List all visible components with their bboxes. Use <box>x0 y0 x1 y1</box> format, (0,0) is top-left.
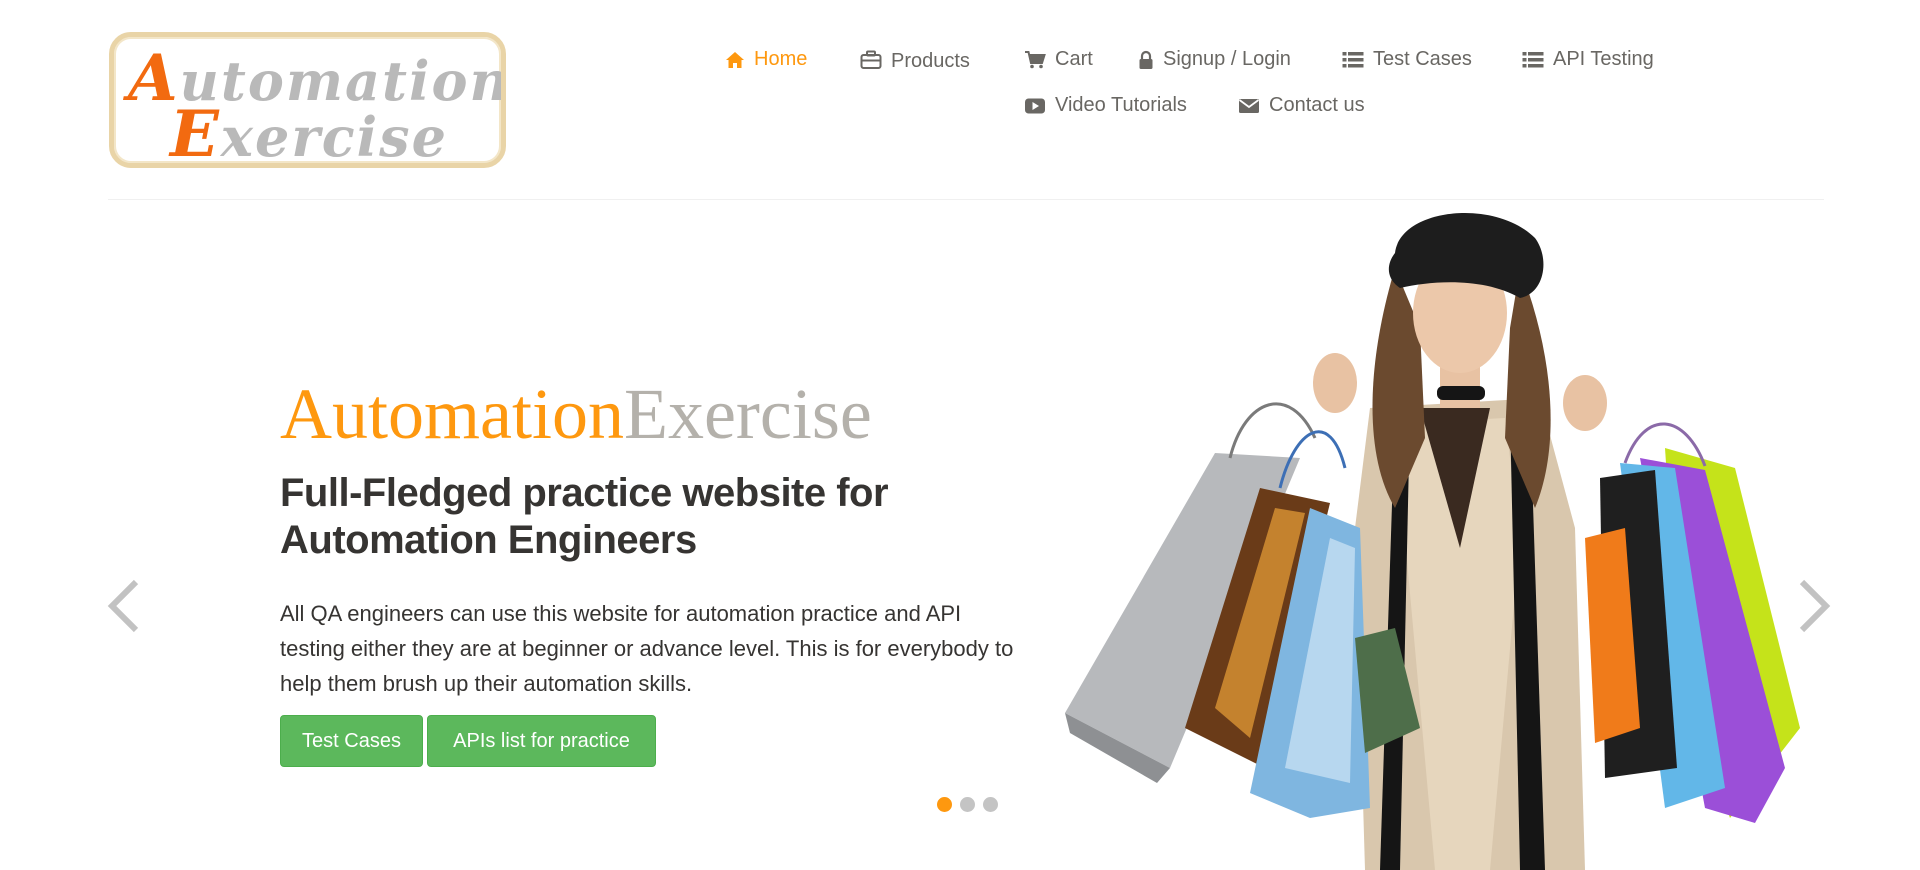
briefcase-icon <box>860 50 882 70</box>
hero-brand-part2: Exercise <box>623 374 872 454</box>
list-icon <box>1342 51 1364 69</box>
nav-cart-label: Cart <box>1055 48 1093 70</box>
nav-video-tutorials[interactable]: Video Tutorials <box>1024 94 1187 117</box>
nav-contact-us[interactable]: Contact us <box>1238 94 1365 117</box>
chevron-right-icon <box>1799 579 1831 633</box>
nav-signup-login[interactable]: Signup / Login <box>1138 48 1291 71</box>
slider-dot-1[interactable] <box>937 797 952 812</box>
header-divider <box>108 199 1824 200</box>
nav-home-label: Home <box>754 48 808 70</box>
hero-brand-part1: Automation <box>280 374 624 454</box>
cart-icon <box>1024 50 1046 69</box>
slider-dot-3[interactable] <box>983 797 998 812</box>
slider-indicators <box>937 797 998 812</box>
nav-test-cases[interactable]: Test Cases <box>1342 48 1472 71</box>
hero-headline: Full-Fledged practice website for Automa… <box>280 471 889 562</box>
slider-prev-arrow[interactable] <box>106 578 142 634</box>
slider-dot-2[interactable] <box>960 797 975 812</box>
hero-description: All QA engineers can use this website fo… <box>280 601 1014 696</box>
nav-cart[interactable]: Cart <box>1024 48 1093 71</box>
nav-home[interactable]: Home <box>725 48 807 71</box>
nav-products[interactable]: Products <box>860 48 970 72</box>
hero-brand-title: AutomationExercise <box>280 378 872 450</box>
nav-video-tutorials-label: Video Tutorials <box>1055 94 1187 116</box>
youtube-icon <box>1024 97 1046 115</box>
test-cases-button[interactable]: Test Cases <box>280 715 423 767</box>
apis-list-button[interactable]: APIs list for practice <box>427 715 656 767</box>
nav-signup-login-label: Signup / Login <box>1163 48 1291 70</box>
list-icon <box>1522 51 1544 69</box>
nav-api-testing[interactable]: API Testing <box>1522 48 1654 71</box>
main-nav: Home Products Cart Signup / Login Test C… <box>0 44 1920 134</box>
lock-icon <box>1138 50 1154 70</box>
home-icon <box>725 51 745 69</box>
envelope-icon <box>1238 97 1260 115</box>
chevron-left-icon <box>107 579 139 633</box>
slider-next-arrow[interactable] <box>1796 578 1832 634</box>
hero-woman-shopping-image <box>1065 212 1800 870</box>
nav-products-label: Products <box>891 50 970 72</box>
nav-api-testing-label: API Testing <box>1553 48 1654 70</box>
nav-contact-us-label: Contact us <box>1269 94 1365 116</box>
nav-test-cases-label: Test Cases <box>1373 48 1472 70</box>
